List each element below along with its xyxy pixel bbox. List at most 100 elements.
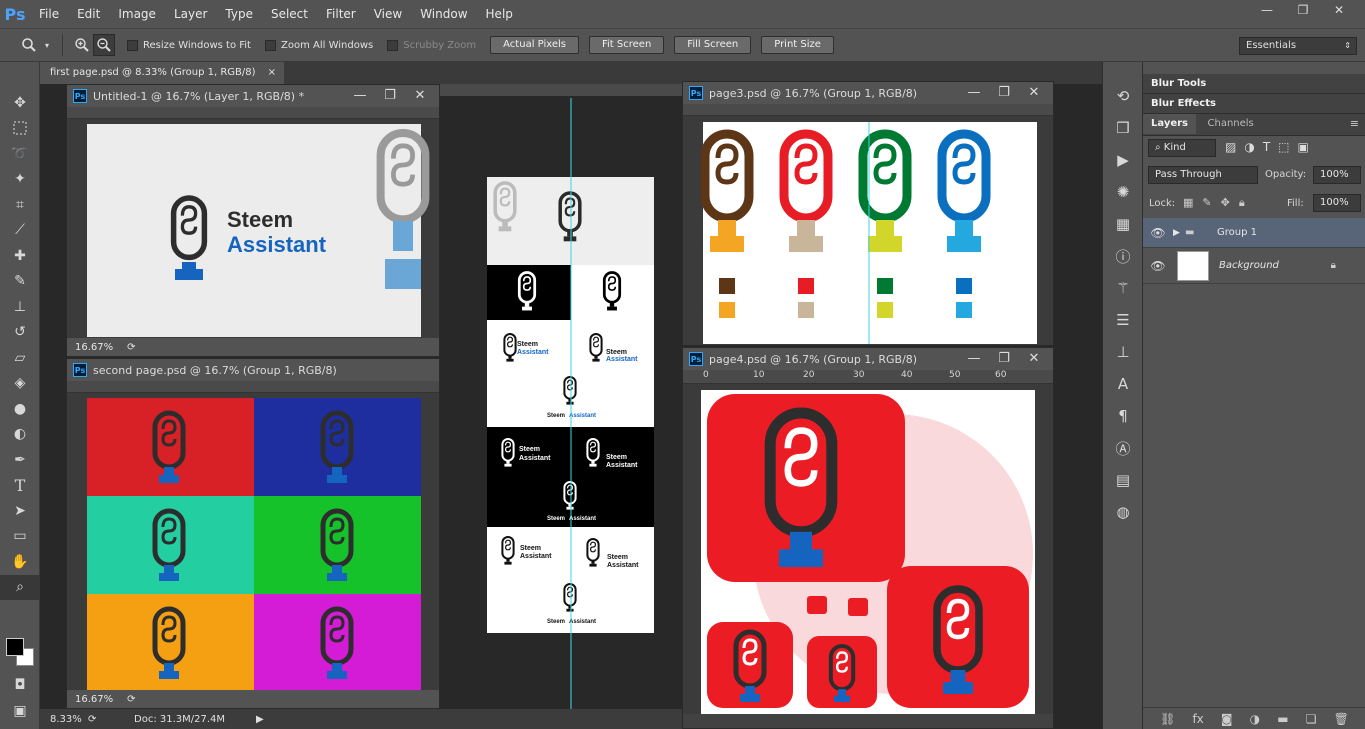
opacity-input[interactable]: 100% [1313,166,1361,184]
hand-tool-icon[interactable]: ✋ [0,549,40,575]
menu-type[interactable]: Type [216,0,262,28]
blur-effects-tab[interactable]: Blur Effects [1143,94,1365,114]
clone-stamp-icon[interactable]: ⊥ [0,294,40,320]
menu-edit[interactable]: Edit [68,0,109,28]
brush-tool-icon[interactable]: ✎ [0,269,40,295]
zoom-in-icon[interactable] [71,34,93,56]
blend-mode-select[interactable]: Pass Through [1148,166,1258,184]
doc-titlebar[interactable]: Ps page3.psd @ 16.7% (Group 1, RGB/8) — … [683,82,1053,104]
menu-layer[interactable]: Layer [165,0,216,28]
doc-window-page3[interactable]: Ps page3.psd @ 16.7% (Group 1, RGB/8) — … [682,81,1054,346]
menu-window[interactable]: Window [411,0,476,28]
smart-object-filter-icon[interactable]: ▣ [1298,140,1309,154]
eye-icon[interactable]: 👁︎ [1143,226,1173,240]
properties-icon[interactable]: ▦ [1103,208,1143,240]
tab-channels[interactable]: Channels [1200,114,1262,134]
restore-icon[interactable]: ❐ [375,85,405,107]
zoom-out-icon[interactable] [93,34,115,56]
zoom-level[interactable]: 16.67% [75,342,113,353]
panel-menu-icon[interactable]: ≡ [1350,117,1359,130]
layer-row-group[interactable]: 👁︎ ▶ ▬ Group 1 [1143,218,1365,248]
dodge-tool-icon[interactable]: ◐ [0,422,40,448]
eye-icon[interactable]: 👁︎ [1143,259,1173,273]
paint-bucket-icon[interactable]: ◈ [0,371,40,397]
lock-position-icon[interactable]: ✥ [1221,196,1230,210]
crop-tool-icon[interactable]: ⌗ [0,192,40,218]
status-menu-arrow-icon[interactable]: ▶ [256,714,264,725]
close-icon[interactable]: × [268,62,276,84]
shape-filter-icon[interactable]: ⬚ [1278,140,1289,154]
share-icon[interactable]: ⟳ [127,342,135,353]
menu-image[interactable]: Image [109,0,165,28]
new-group-icon[interactable]: ▬ [1277,712,1288,726]
move-tool-icon[interactable]: ✥ [0,90,40,116]
fx-icon[interactable]: fx [1192,712,1203,726]
doc-window-page4[interactable]: Ps page4.psd @ 16.7% (Group 1, RGB/8) — … [682,347,1054,729]
delete-layer-icon[interactable]: 🗑︎ [1334,712,1349,726]
print-size-button[interactable]: Print Size [761,36,834,54]
clone-source-icon[interactable]: ⊥ [1103,336,1143,368]
fill-screen-button[interactable]: Fill Screen [674,36,752,54]
adjustment-layer-icon[interactable]: ◑ [1250,712,1260,726]
path-selection-icon[interactable]: ➤ [0,498,40,524]
eyedropper-icon[interactable]: ⟋ [0,218,40,244]
layer-filter-kind-select[interactable]: ⌕ Kind [1148,139,1216,157]
menu-filter[interactable]: Filter [317,0,365,28]
minimize-icon[interactable]: — [959,348,989,370]
quick-mask-icon[interactable]: ◘ [0,672,40,698]
tool-preset-chevron-icon[interactable]: ▾ [40,34,54,56]
fill-input[interactable]: 100% [1313,194,1361,212]
zoom-all-checkbox[interactable]: Zoom All Windows [264,39,373,51]
healing-brush-icon[interactable]: ✚ [0,243,40,269]
lock-pixels-icon[interactable]: ✎ [1202,196,1211,210]
resize-windows-checkbox[interactable]: Resize Windows to Fit [127,39,251,51]
actions-play-icon[interactable]: ▶ [1103,144,1143,176]
character-icon[interactable]: A [1103,368,1143,400]
adjustments-icon[interactable]: ✺ [1103,176,1143,208]
actual-pixels-button[interactable]: Actual Pixels [490,36,579,54]
new-layer-icon[interactable]: ❏ [1306,712,1317,726]
type-filter-icon[interactable]: T [1263,140,1270,154]
paragraph-icon[interactable]: ¶ [1103,400,1143,432]
magic-wand-icon[interactable]: ✦ [0,167,40,193]
foreground-color-swatch[interactable] [6,638,24,656]
disclosure-triangle-icon[interactable]: ▶ [1173,228,1185,238]
color-swatches[interactable] [6,638,36,668]
minimize-icon[interactable]: — [345,85,375,107]
scrubby-zoom-checkbox[interactable]: Scrubby Zoom [387,39,476,51]
history-brush-icon[interactable]: ↺ [0,320,40,346]
zoom-level[interactable]: 8.33% [50,714,88,725]
minimize-icon[interactable]: — [959,82,989,104]
type-tool-icon[interactable]: T [0,473,40,499]
share-icon[interactable]: ⟳ [127,694,135,705]
link-layers-icon[interactable]: ⛓ [1160,712,1175,726]
zoom-level[interactable]: 16.67% [75,694,113,705]
restore-icon[interactable]: ❐ [989,82,1019,104]
blur-tools-tab[interactable]: Blur Tools [1143,74,1365,94]
adjustment-filter-icon[interactable]: ◑ [1244,140,1254,154]
brush-settings-icon[interactable]: ☰ [1103,304,1143,336]
close-icon[interactable]: ✕ [1019,348,1049,370]
marquee-tool-icon[interactable] [0,116,40,142]
zoom-tool-icon[interactable]: ⌕ [0,574,40,600]
close-icon[interactable]: ✕ [1321,0,1357,22]
doc-titlebar[interactable]: Ps second page.psd @ 16.7% (Group 1, RGB… [67,359,439,381]
doc-titlebar[interactable]: Ps Untitled-1 @ 16.7% (Layer 1, RGB/8) *… [67,85,439,107]
workspace-select[interactable]: Essentials ⇕ [1239,37,1357,55]
fit-screen-button[interactable]: Fit Screen [589,36,665,54]
tab-layers[interactable]: Layers [1143,114,1196,134]
lasso-tool-icon[interactable]: ➰ [0,141,40,167]
screen-mode-icon[interactable]: ▣ [0,698,40,724]
close-icon[interactable]: ✕ [405,85,435,107]
info-icon[interactable]: ⓘ [1103,240,1143,272]
brush-presets-icon[interactable]: ⚚ [1103,272,1143,304]
menu-help[interactable]: Help [477,0,522,28]
eraser-tool-icon[interactable]: ▱ [0,345,40,371]
blur-tool-icon[interactable]: ● [0,396,40,422]
close-icon[interactable]: ✕ [1019,82,1049,104]
menu-file[interactable]: File [30,0,68,28]
share-icon[interactable]: ⟳ [88,714,106,725]
layer-row-background[interactable]: 👁︎ Background 🔒︎ [1143,248,1365,284]
minimize-icon[interactable]: — [1249,0,1285,22]
restore-icon[interactable]: ❐ [989,348,1019,370]
